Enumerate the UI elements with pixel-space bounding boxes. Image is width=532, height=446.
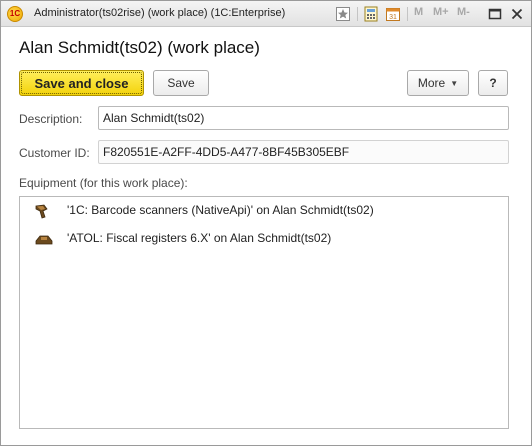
svg-text:31: 31: [389, 14, 397, 21]
customer-id-label: Customer ID:: [19, 146, 90, 160]
barcode-scanner-icon: [35, 204, 48, 219]
page-title: Alan Schmidt(ts02) (work place): [19, 38, 260, 57]
window-title: Administrator(ts02rise) (work place) (1C…: [34, 7, 286, 19]
memory-m-button[interactable]: M: [414, 6, 423, 18]
equipment-label: Equipment (for this work place):: [19, 176, 188, 190]
memory-minus-button[interactable]: M-: [457, 6, 470, 18]
app-logo-icon[interactable]: 1C: [7, 6, 23, 22]
favorites-icon[interactable]: [335, 6, 351, 22]
save-button[interactable]: Save: [153, 70, 209, 96]
description-label: Description:: [19, 112, 83, 126]
calendar-icon[interactable]: 31: [385, 6, 401, 22]
equipment-item-label: 'ATOL: Fiscal registers 6.X' on Alan Sch…: [67, 231, 332, 245]
save-and-close-button[interactable]: Save and close: [19, 70, 144, 96]
calculator-icon[interactable]: [363, 6, 379, 22]
help-button[interactable]: ?: [478, 70, 508, 96]
maximize-icon[interactable]: [487, 6, 503, 22]
more-label: More: [417, 76, 446, 90]
equipment-list[interactable]: '1C: Barcode scanners (NativeApi)' on Al…: [19, 196, 509, 429]
fiscal-register-icon: [35, 235, 53, 245]
more-button[interactable]: More ▼: [407, 70, 469, 96]
customer-id-field[interactable]: F820551E-A2FF-4DD5-A477-8BF45B305EBF: [98, 140, 509, 164]
toolbar-separator: [357, 7, 358, 21]
close-icon[interactable]: [509, 6, 525, 22]
work-place-window: 1C Administrator(ts02rise) (work place) …: [0, 0, 532, 446]
save-and-close-label: Save and close: [34, 75, 129, 91]
chevron-down-icon: ▼: [450, 78, 459, 88]
save-label: Save: [167, 76, 195, 90]
list-item[interactable]: '1C: Barcode scanners (NativeApi)' on Al…: [20, 200, 508, 222]
toolbar-separator: [407, 7, 408, 21]
memory-plus-button[interactable]: M+: [433, 6, 449, 18]
title-bar: 1C Administrator(ts02rise) (work place) …: [1, 1, 531, 27]
list-item[interactable]: 'ATOL: Fiscal registers 6.X' on Alan Sch…: [20, 228, 508, 250]
help-label: ?: [489, 76, 497, 90]
description-field[interactable]: Alan Schmidt(ts02): [98, 106, 509, 130]
equipment-item-label: '1C: Barcode scanners (NativeApi)' on Al…: [67, 203, 374, 217]
